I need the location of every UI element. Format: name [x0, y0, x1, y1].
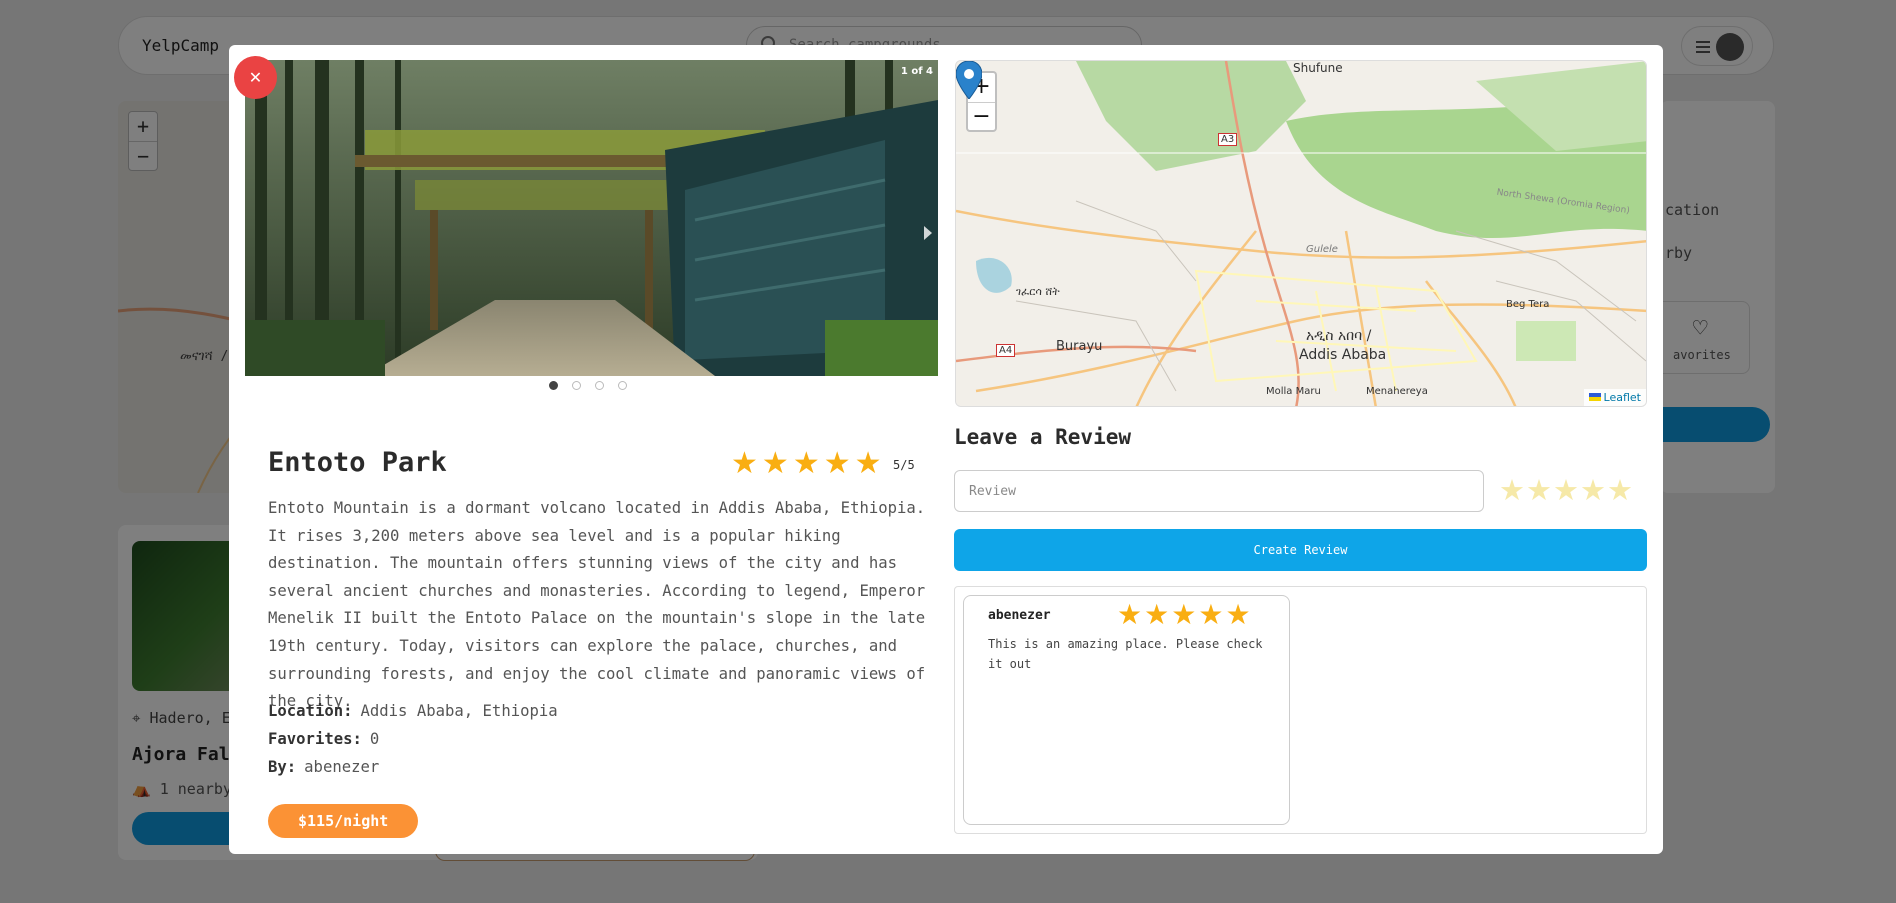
- map-label: Burayu: [1056, 339, 1103, 354]
- map-label: Menahereya: [1366, 386, 1428, 397]
- review-input[interactable]: [954, 470, 1484, 512]
- map-label: Addis Ababa: [1299, 347, 1387, 363]
- review-card: abenezer ★ ★ ★ ★ ★ This is an amazing pl…: [963, 595, 1290, 825]
- author-row: By: abenezer: [268, 758, 379, 776]
- star-icon: ★: [1144, 598, 1170, 631]
- map-label: ገፈርሳ ሸት: [1016, 285, 1060, 298]
- carousel-dot[interactable]: [618, 381, 627, 390]
- map-label: A3: [1218, 133, 1238, 146]
- campground-modal: 1 of 4 Entoto Park ★ ★ ★ ★ ★ 5/5 Entoto …: [229, 45, 1663, 854]
- star-icon: ★: [1171, 598, 1197, 631]
- rating-input[interactable]: ★ ★ ★ ★ ★: [1499, 475, 1633, 505]
- campground-title: Entoto Park: [268, 447, 447, 478]
- campground-description: Entoto Mountain is a dormant volcano loc…: [268, 499, 926, 711]
- campground-photo: [245, 60, 938, 376]
- star-icon: ★: [1198, 598, 1224, 631]
- author-value: abenezer: [304, 758, 380, 776]
- star-icon: ★: [731, 446, 758, 481]
- star-icon[interactable]: ★: [1607, 475, 1633, 505]
- star-icon: ★: [1117, 598, 1143, 631]
- favorites-label: Favorites:: [268, 730, 362, 748]
- create-review-button[interactable]: Create Review: [954, 529, 1647, 571]
- review-author: abenezer: [988, 608, 1051, 623]
- map-label: አዲስ አበባ /: [1306, 328, 1372, 344]
- map-label: Shufune: [1293, 61, 1343, 75]
- map-label: A4: [996, 344, 1016, 357]
- map-marker-icon[interactable]: [956, 61, 982, 99]
- slide-counter: 1 of 4: [900, 66, 933, 77]
- next-slide-arrow-icon[interactable]: [924, 226, 932, 240]
- map-attribution[interactable]: Leaflet: [1583, 389, 1646, 406]
- carousel-indicators: [549, 381, 627, 390]
- ukraine-flag-icon: [1588, 393, 1601, 401]
- reviews-list: abenezer ★ ★ ★ ★ ★ This is an amazing pl…: [954, 586, 1647, 834]
- location-value: Addis Ababa, Ethiopia: [360, 702, 558, 720]
- star-icon[interactable]: ★: [1553, 475, 1579, 505]
- zoom-out-button[interactable]: −: [968, 102, 995, 131]
- favorites-value: 0: [369, 730, 380, 748]
- favorites-row: Favorites: 0: [268, 730, 379, 748]
- campground-rating-stars: ★ ★ ★ ★ ★: [731, 449, 882, 479]
- star-icon[interactable]: ★: [1526, 475, 1552, 505]
- price-badge: $115/night: [268, 804, 419, 838]
- map-label: Molla Maru: [1266, 386, 1321, 397]
- rating-text: 5/5: [893, 458, 915, 472]
- location-label: Location:: [268, 702, 353, 720]
- star-icon: ★: [823, 446, 851, 481]
- star-icon: ★: [792, 446, 820, 481]
- map-label: Gulele: [1306, 244, 1338, 255]
- star-icon: ★: [854, 446, 882, 481]
- star-icon[interactable]: ★: [1580, 475, 1606, 505]
- author-label: By:: [268, 758, 297, 776]
- location-row: Location: Addis Ababa, Ethiopia: [268, 702, 558, 720]
- image-carousel[interactable]: 1 of 4: [245, 60, 938, 376]
- review-heading: Leave a Review: [954, 425, 1132, 449]
- map-label: Beg Tera: [1506, 299, 1550, 310]
- carousel-dot[interactable]: [549, 381, 558, 390]
- star-icon: ★: [1225, 598, 1251, 631]
- review-body: This is an amazing place. Please check i…: [988, 637, 1263, 671]
- campground-map[interactable]: + − Shufune A3 A4 Burayu Gulele Beg Tera…: [955, 60, 1647, 407]
- carousel-dot[interactable]: [572, 381, 581, 390]
- close-modal-button[interactable]: ✕: [234, 56, 277, 99]
- carousel-dot[interactable]: [595, 381, 604, 390]
- star-icon[interactable]: ★: [1499, 475, 1525, 505]
- review-rating-stars: ★ ★ ★ ★ ★: [1117, 600, 1251, 630]
- star-icon: ★: [761, 446, 789, 481]
